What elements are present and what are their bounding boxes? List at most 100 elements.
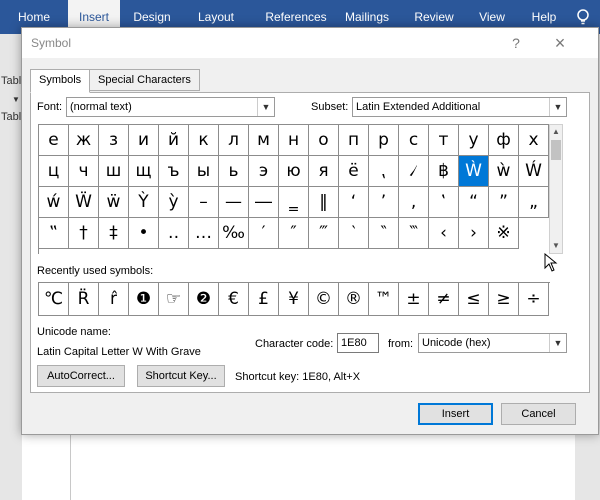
- symbol-cell[interactable]: я: [309, 156, 339, 187]
- symbol-cell[interactable]: ю: [279, 156, 309, 187]
- symbol-cell[interactable]: х: [519, 125, 549, 156]
- symbol-cell[interactable]: “: [459, 187, 489, 218]
- symbol-cell[interactable]: ‥: [159, 218, 189, 249]
- symbol-cell[interactable]: Ẅ: [69, 187, 99, 218]
- font-select[interactable]: (normal text) ▼: [66, 97, 275, 117]
- symbol-cell[interactable]: ‚: [399, 187, 429, 218]
- symbol-cell[interactable]: ъ: [159, 156, 189, 187]
- chevron-down-icon[interactable]: ▼: [549, 334, 566, 352]
- symbol-cell[interactable]: ৴: [399, 156, 429, 187]
- symbol-cell[interactable]: и: [129, 125, 159, 156]
- subset-select[interactable]: Latin Extended Additional ▼: [352, 97, 567, 117]
- recent-symbol-cell[interactable]: £: [249, 283, 279, 316]
- symbol-cell[interactable]: с: [399, 125, 429, 156]
- symbol-cell[interactable]: ẅ: [99, 187, 129, 218]
- symbol-cell[interactable]: ‰: [219, 218, 249, 249]
- tab-special-characters[interactable]: Special Characters: [89, 69, 200, 91]
- symbol-cell[interactable]: ‟: [39, 218, 69, 249]
- symbol-cell[interactable]: „: [519, 187, 549, 218]
- recent-symbol-cell[interactable]: ❶: [129, 283, 159, 316]
- symbol-cell[interactable]: ‛: [429, 187, 459, 218]
- recent-symbol-cell[interactable]: ℃: [39, 283, 69, 316]
- symbol-cell[interactable]: ‶: [369, 218, 399, 249]
- symbol-cell[interactable]: й: [159, 125, 189, 156]
- symbol-grid-scrollbar[interactable]: ▲ ▼: [549, 124, 563, 254]
- symbol-cell[interactable]: •: [129, 218, 159, 249]
- shortcut-key-button[interactable]: Shortcut Key...: [137, 365, 225, 387]
- chevron-down-icon[interactable]: ▼: [257, 98, 274, 116]
- symbol-cell[interactable]: ц: [39, 156, 69, 187]
- symbol-cell[interactable]: –: [189, 187, 219, 218]
- lightbulb-icon[interactable]: [574, 8, 592, 26]
- recent-symbol-cell[interactable]: ≠: [429, 283, 459, 316]
- tab-symbols[interactable]: Symbols: [30, 69, 91, 93]
- recent-symbol-cell[interactable]: ☞: [159, 283, 189, 316]
- symbol-cell[interactable]: к: [189, 125, 219, 156]
- symbol-cell[interactable]: ‴: [309, 218, 339, 249]
- recent-symbol-cell[interactable]: R̈: [69, 283, 99, 316]
- symbol-cell[interactable]: ›: [459, 218, 489, 249]
- recent-symbol-cell[interactable]: ≤: [459, 283, 489, 316]
- symbol-cell[interactable]: ỳ: [159, 187, 189, 218]
- symbol-cell[interactable]: ч: [69, 156, 99, 187]
- symbol-cell[interactable]: ―: [249, 187, 279, 218]
- help-button[interactable]: ?: [506, 33, 526, 53]
- symbol-cell[interactable]: е: [39, 125, 69, 156]
- recent-symbol-cell[interactable]: ™: [369, 283, 399, 316]
- symbol-cell[interactable]: ‗: [279, 187, 309, 218]
- symbol-cell[interactable]: ※: [489, 218, 519, 249]
- symbol-cell[interactable]: ‷: [399, 218, 429, 249]
- symbol-cell[interactable]: м: [249, 125, 279, 156]
- symbol-cell[interactable]: л: [219, 125, 249, 156]
- symbol-cell[interactable]: н: [279, 125, 309, 156]
- symbol-cell[interactable]: ‘: [339, 187, 369, 218]
- recent-symbol-cell[interactable]: ±: [399, 283, 429, 316]
- symbol-cell[interactable]: ฿: [429, 156, 459, 187]
- symbol-cell[interactable]: ш: [99, 156, 129, 187]
- symbol-cell[interactable]: ж: [69, 125, 99, 156]
- symbol-cell[interactable]: Ỳ: [129, 187, 159, 218]
- symbol-cell[interactable]: ё: [339, 156, 369, 187]
- symbol-cell[interactable]: Ẁ: [459, 156, 489, 187]
- recent-symbol-cell[interactable]: ©: [309, 283, 339, 316]
- scrollbar-thumb[interactable]: [551, 140, 561, 160]
- autocorrect-button[interactable]: AutoCorrect...: [37, 365, 125, 387]
- recent-symbol-cell[interactable]: ❷: [189, 283, 219, 316]
- character-code-input[interactable]: 1E80: [337, 333, 379, 353]
- symbol-cell[interactable]: …: [189, 218, 219, 249]
- symbol-cell[interactable]: ы: [189, 156, 219, 187]
- dialog-titlebar[interactable]: Symbol ? ×: [22, 28, 598, 58]
- symbol-cell[interactable]: ẁ: [489, 156, 519, 187]
- symbol-cell[interactable]: о: [309, 125, 339, 156]
- symbol-cell[interactable]: ″: [279, 218, 309, 249]
- symbol-cell[interactable]: з: [99, 125, 129, 156]
- symbol-cell[interactable]: ẃ: [39, 187, 69, 218]
- recent-symbol-cell[interactable]: €: [219, 283, 249, 316]
- symbol-cell[interactable]: ′: [249, 218, 279, 249]
- symbol-cell[interactable]: э: [249, 156, 279, 187]
- from-select[interactable]: Unicode (hex) ▼: [418, 333, 567, 353]
- recent-symbol-cell[interactable]: ≥: [489, 283, 519, 316]
- symbol-cell[interactable]: ‹: [429, 218, 459, 249]
- recent-symbol-cell[interactable]: r̂: [99, 283, 129, 316]
- close-button[interactable]: ×: [550, 33, 570, 53]
- symbol-cell[interactable]: ‖: [309, 187, 339, 218]
- symbol-cell[interactable]: р: [369, 125, 399, 156]
- symbol-cell[interactable]: щ: [129, 156, 159, 187]
- symbol-cell[interactable]: п: [339, 125, 369, 156]
- symbol-cell[interactable]: ь: [219, 156, 249, 187]
- symbol-cell[interactable]: ⹁: [369, 156, 399, 187]
- symbol-cell[interactable]: —: [219, 187, 249, 218]
- symbol-cell[interactable]: ф: [489, 125, 519, 156]
- scroll-down-icon[interactable]: ▼: [550, 239, 562, 253]
- insert-button[interactable]: Insert: [418, 403, 493, 425]
- recent-symbol-cell[interactable]: ¥: [279, 283, 309, 316]
- cancel-button[interactable]: Cancel: [501, 403, 576, 425]
- symbol-cell[interactable]: †: [69, 218, 99, 249]
- symbol-cell[interactable]: ’: [369, 187, 399, 218]
- symbol-cell[interactable]: Ẃ: [519, 156, 549, 187]
- symbol-cell[interactable]: у: [459, 125, 489, 156]
- symbol-cell[interactable]: ”: [489, 187, 519, 218]
- chevron-down-icon[interactable]: ▼: [549, 98, 566, 116]
- symbol-cell[interactable]: т: [429, 125, 459, 156]
